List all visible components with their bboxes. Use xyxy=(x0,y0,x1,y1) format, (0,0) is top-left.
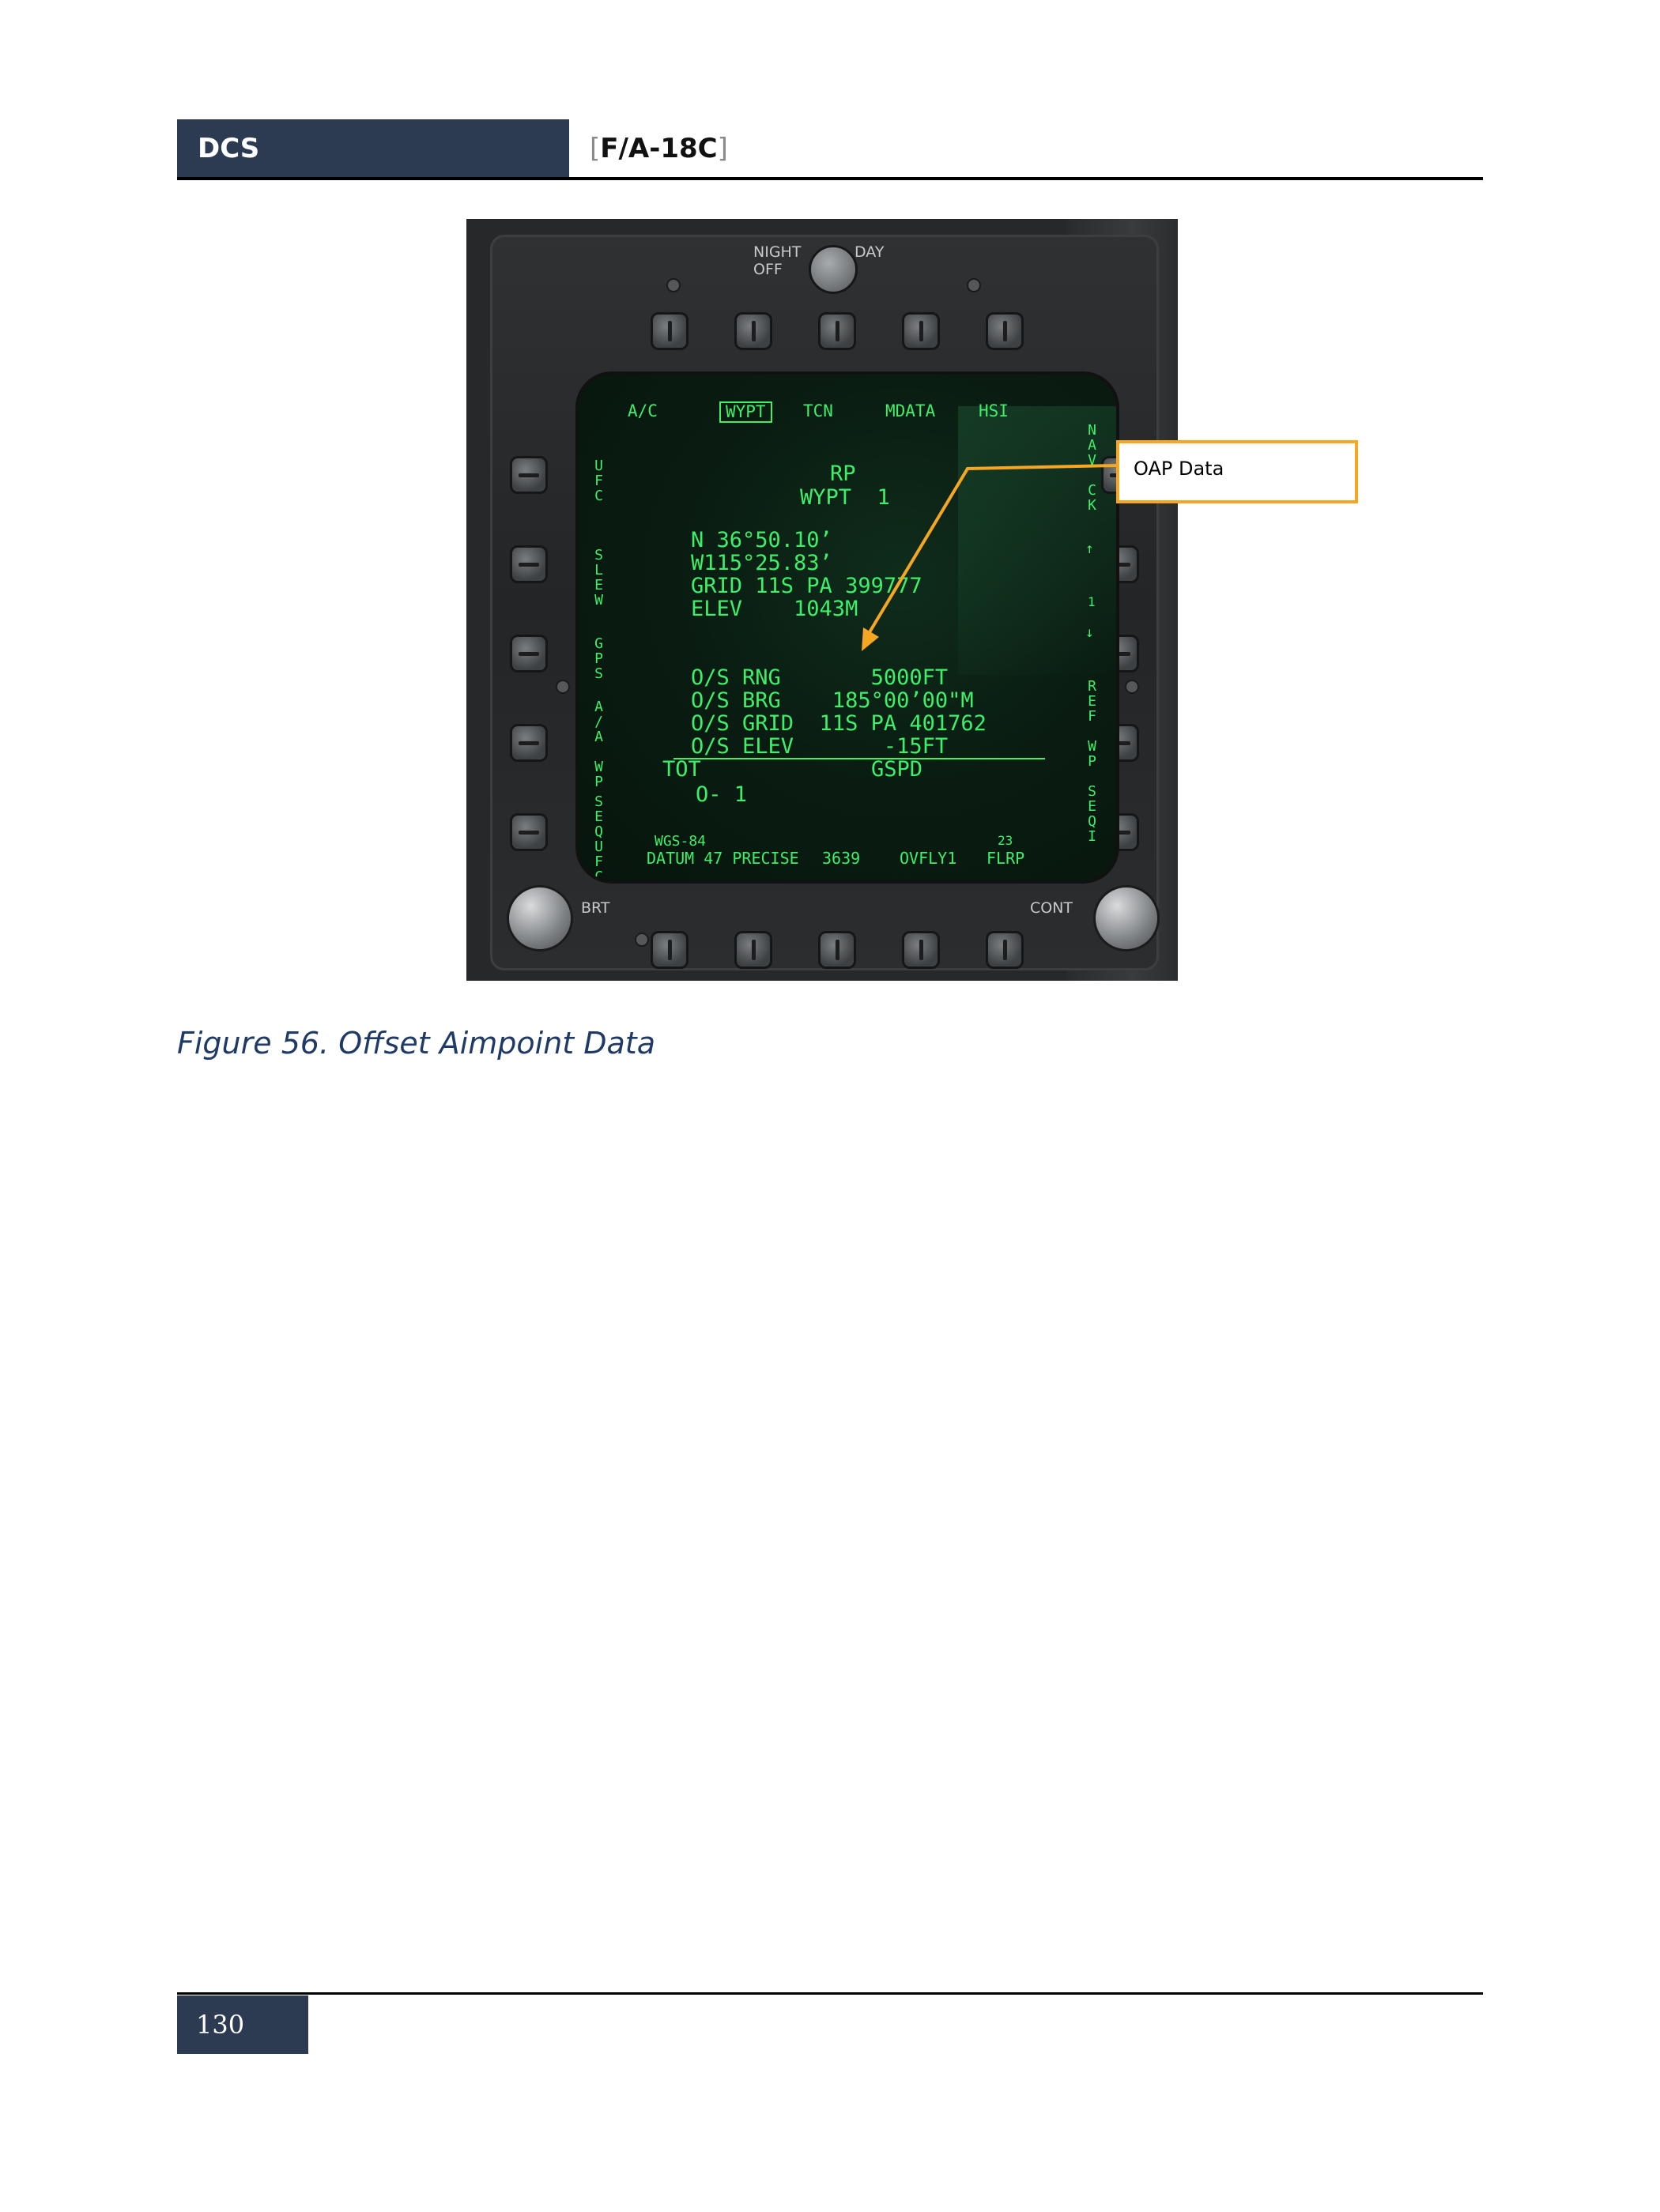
page-number: 130 xyxy=(177,1995,308,2054)
footer-rule xyxy=(177,1992,1483,1995)
figure-caption: Figure 56. Offset Aimpoint Data xyxy=(177,1026,655,1061)
callout-arrow xyxy=(862,464,1117,651)
oap-data-callout: OAP Data xyxy=(1116,440,1358,503)
